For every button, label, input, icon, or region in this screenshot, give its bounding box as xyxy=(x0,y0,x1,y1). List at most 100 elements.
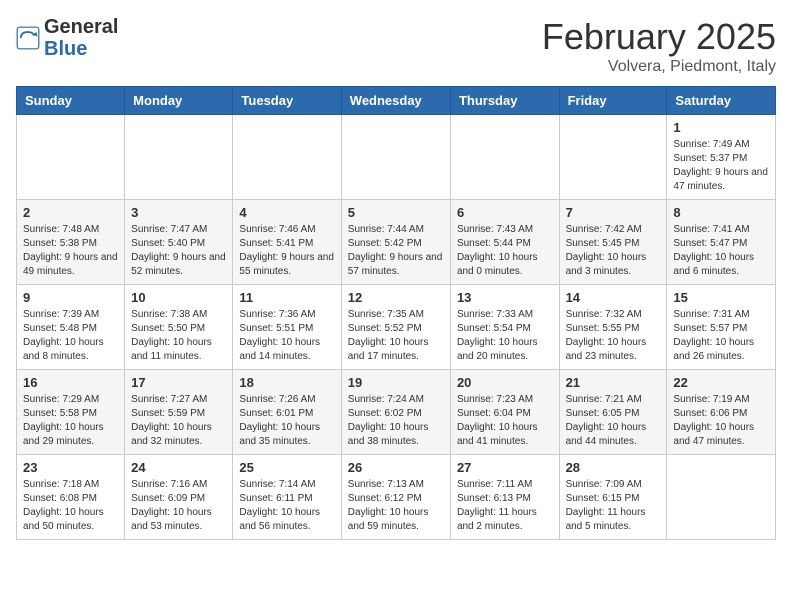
logo-general: General xyxy=(44,16,118,38)
calendar-cell xyxy=(233,115,341,200)
header: General Blue February 2025 Volvera, Pied… xyxy=(16,16,776,76)
calendar-cell: 28 Sunrise: 7:09 AM Sunset: 6:15 PM Dayli… xyxy=(559,455,667,540)
day-info: Sunrise: 7:21 AM Sunset: 6:05 PM Dayligh… xyxy=(566,393,661,449)
day-info: Sunrise: 7:44 AM Sunset: 5:42 PM Dayligh… xyxy=(348,223,444,279)
day-number: 22 xyxy=(673,375,769,390)
day-info: Sunrise: 7:09 AM Sunset: 6:15 PM Dayligh… xyxy=(566,478,661,534)
day-info: Sunrise: 7:36 AM Sunset: 5:51 PM Dayligh… xyxy=(239,308,334,364)
day-number: 12 xyxy=(348,290,444,305)
day-info: Sunrise: 7:13 AM Sunset: 6:12 PM Dayligh… xyxy=(348,478,444,534)
week-row-5: 23Sunrise: 7:18 AM Sunset: 6:08 PM Dayli… xyxy=(17,455,776,540)
calendar-cell xyxy=(341,115,450,200)
day-number: 13 xyxy=(457,290,553,305)
calendar-cell: 3 Sunrise: 7:47 AM Sunset: 5:40 PM Daylig… xyxy=(125,200,233,285)
calendar-cell: 5 Sunrise: 7:44 AM Sunset: 5:42 PM Daylig… xyxy=(341,200,450,285)
day-number: 10 xyxy=(131,290,226,305)
day-number: 14 xyxy=(566,290,661,305)
day-number: 16 xyxy=(23,375,118,390)
calendar-cell: 17 Sunrise: 7:27 AM Sunset: 5:59 PM Dayli… xyxy=(125,370,233,455)
calendar-cell xyxy=(17,115,125,200)
day-info: Sunrise: 7:29 AM Sunset: 5:58 PM Dayligh… xyxy=(23,393,118,449)
calendar-cell: 8Sunrise: 7:41 AM Sunset: 5:47 PM Daylig… xyxy=(667,200,776,285)
day-info: Sunrise: 7:49 AM Sunset: 5:37 PM Dayligh… xyxy=(673,138,769,194)
day-info: Sunrise: 7:11 AM Sunset: 6:13 PM Dayligh… xyxy=(457,478,553,534)
calendar-cell: 1 Sunrise: 7:49 AM Sunset: 5:37 PM Daylig… xyxy=(667,115,776,200)
calendar-cell: 9 Sunrise: 7:39 AM Sunset: 5:48 PM Daylig… xyxy=(17,285,125,370)
day-info: Sunrise: 7:39 AM Sunset: 5:48 PM Dayligh… xyxy=(23,308,118,364)
day-info: Sunrise: 7:32 AM Sunset: 5:55 PM Dayligh… xyxy=(566,308,661,364)
column-header-tuesday: Tuesday xyxy=(233,87,341,115)
calendar-cell xyxy=(667,455,776,540)
calendar-cell: 12Sunrise: 7:35 AM Sunset: 5:52 PM Dayli… xyxy=(341,285,450,370)
day-number: 7 xyxy=(566,205,661,220)
month-title: February 2025 xyxy=(542,16,776,58)
calendar-header-row: SundayMondayTuesdayWednesdayThursdayFrid… xyxy=(17,87,776,115)
logo: General Blue xyxy=(16,16,118,60)
day-number: 25 xyxy=(239,460,334,475)
title-area: February 2025 Volvera, Piedmont, Italy xyxy=(542,16,776,76)
calendar-cell: 4 Sunrise: 7:46 AM Sunset: 5:41 PM Daylig… xyxy=(233,200,341,285)
calendar-cell: 14 Sunrise: 7:32 AM Sunset: 5:55 PM Dayli… xyxy=(559,285,667,370)
logo-text: General Blue xyxy=(44,16,118,60)
day-number: 18 xyxy=(239,375,334,390)
day-info: Sunrise: 7:19 AM Sunset: 6:06 PM Dayligh… xyxy=(673,393,769,449)
day-info: Sunrise: 7:23 AM Sunset: 6:04 PM Dayligh… xyxy=(457,393,553,449)
calendar-cell: 21 Sunrise: 7:21 AM Sunset: 6:05 PM Dayli… xyxy=(559,370,667,455)
day-number: 15 xyxy=(673,290,769,305)
day-number: 17 xyxy=(131,375,226,390)
calendar-cell: 2Sunrise: 7:48 AM Sunset: 5:38 PM Daylig… xyxy=(17,200,125,285)
day-info: Sunrise: 7:26 AM Sunset: 6:01 PM Dayligh… xyxy=(239,393,334,449)
calendar-cell: 6 Sunrise: 7:43 AM Sunset: 5:44 PM Daylig… xyxy=(450,200,559,285)
day-info: Sunrise: 7:27 AM Sunset: 5:59 PM Dayligh… xyxy=(131,393,226,449)
calendar-cell: 26 Sunrise: 7:13 AM Sunset: 6:12 PM Dayli… xyxy=(341,455,450,540)
logo-icon xyxy=(16,26,40,50)
day-info: Sunrise: 7:46 AM Sunset: 5:41 PM Dayligh… xyxy=(239,223,334,279)
day-number: 4 xyxy=(239,205,334,220)
calendar-cell: 16 Sunrise: 7:29 AM Sunset: 5:58 PM Dayli… xyxy=(17,370,125,455)
day-number: 28 xyxy=(566,460,661,475)
calendar-cell: 23Sunrise: 7:18 AM Sunset: 6:08 PM Dayli… xyxy=(17,455,125,540)
calendar-cell xyxy=(450,115,559,200)
week-row-2: 2Sunrise: 7:48 AM Sunset: 5:38 PM Daylig… xyxy=(17,200,776,285)
day-number: 3 xyxy=(131,205,226,220)
calendar-cell: 25 Sunrise: 7:14 AM Sunset: 6:11 PM Dayli… xyxy=(233,455,341,540)
calendar-cell xyxy=(559,115,667,200)
calendar-cell: 7 Sunrise: 7:42 AM Sunset: 5:45 PM Daylig… xyxy=(559,200,667,285)
day-info: Sunrise: 7:38 AM Sunset: 5:50 PM Dayligh… xyxy=(131,308,226,364)
day-info: Sunrise: 7:48 AM Sunset: 5:38 PM Dayligh… xyxy=(23,223,118,279)
day-info: Sunrise: 7:14 AM Sunset: 6:11 PM Dayligh… xyxy=(239,478,334,534)
day-info: Sunrise: 7:31 AM Sunset: 5:57 PM Dayligh… xyxy=(673,308,769,364)
calendar: SundayMondayTuesdayWednesdayThursdayFrid… xyxy=(16,86,776,540)
calendar-cell: 20 Sunrise: 7:23 AM Sunset: 6:04 PM Dayli… xyxy=(450,370,559,455)
day-info: Sunrise: 7:24 AM Sunset: 6:02 PM Dayligh… xyxy=(348,393,444,449)
day-info: Sunrise: 7:41 AM Sunset: 5:47 PM Dayligh… xyxy=(673,223,769,279)
column-header-friday: Friday xyxy=(559,87,667,115)
day-number: 19 xyxy=(348,375,444,390)
calendar-cell: 18 Sunrise: 7:26 AM Sunset: 6:01 PM Dayli… xyxy=(233,370,341,455)
day-info: Sunrise: 7:47 AM Sunset: 5:40 PM Dayligh… xyxy=(131,223,226,279)
calendar-cell: 22 Sunrise: 7:19 AM Sunset: 6:06 PM Dayli… xyxy=(667,370,776,455)
calendar-cell: 13Sunrise: 7:33 AM Sunset: 5:54 PM Dayli… xyxy=(450,285,559,370)
day-number: 21 xyxy=(566,375,661,390)
column-header-wednesday: Wednesday xyxy=(341,87,450,115)
day-info: Sunrise: 7:16 AM Sunset: 6:09 PM Dayligh… xyxy=(131,478,226,534)
column-header-monday: Monday xyxy=(125,87,233,115)
calendar-cell: 24 Sunrise: 7:16 AM Sunset: 6:09 PM Dayli… xyxy=(125,455,233,540)
day-number: 11 xyxy=(239,290,334,305)
day-number: 1 xyxy=(673,120,769,135)
day-number: 20 xyxy=(457,375,553,390)
calendar-cell: 15 Sunrise: 7:31 AM Sunset: 5:57 PM Dayli… xyxy=(667,285,776,370)
day-number: 26 xyxy=(348,460,444,475)
calendar-cell: 11 Sunrise: 7:36 AM Sunset: 5:51 PM Dayli… xyxy=(233,285,341,370)
column-header-sunday: Sunday xyxy=(17,87,125,115)
column-header-saturday: Saturday xyxy=(667,87,776,115)
day-number: 24 xyxy=(131,460,226,475)
calendar-cell: 19 Sunrise: 7:24 AM Sunset: 6:02 PM Dayli… xyxy=(341,370,450,455)
day-info: Sunrise: 7:43 AM Sunset: 5:44 PM Dayligh… xyxy=(457,223,553,279)
day-info: Sunrise: 7:42 AM Sunset: 5:45 PM Dayligh… xyxy=(566,223,661,279)
day-number: 5 xyxy=(348,205,444,220)
calendar-cell: 27Sunrise: 7:11 AM Sunset: 6:13 PM Dayli… xyxy=(450,455,559,540)
week-row-1: 1 Sunrise: 7:49 AM Sunset: 5:37 PM Daylig… xyxy=(17,115,776,200)
day-number: 9 xyxy=(23,290,118,305)
day-number: 6 xyxy=(457,205,553,220)
